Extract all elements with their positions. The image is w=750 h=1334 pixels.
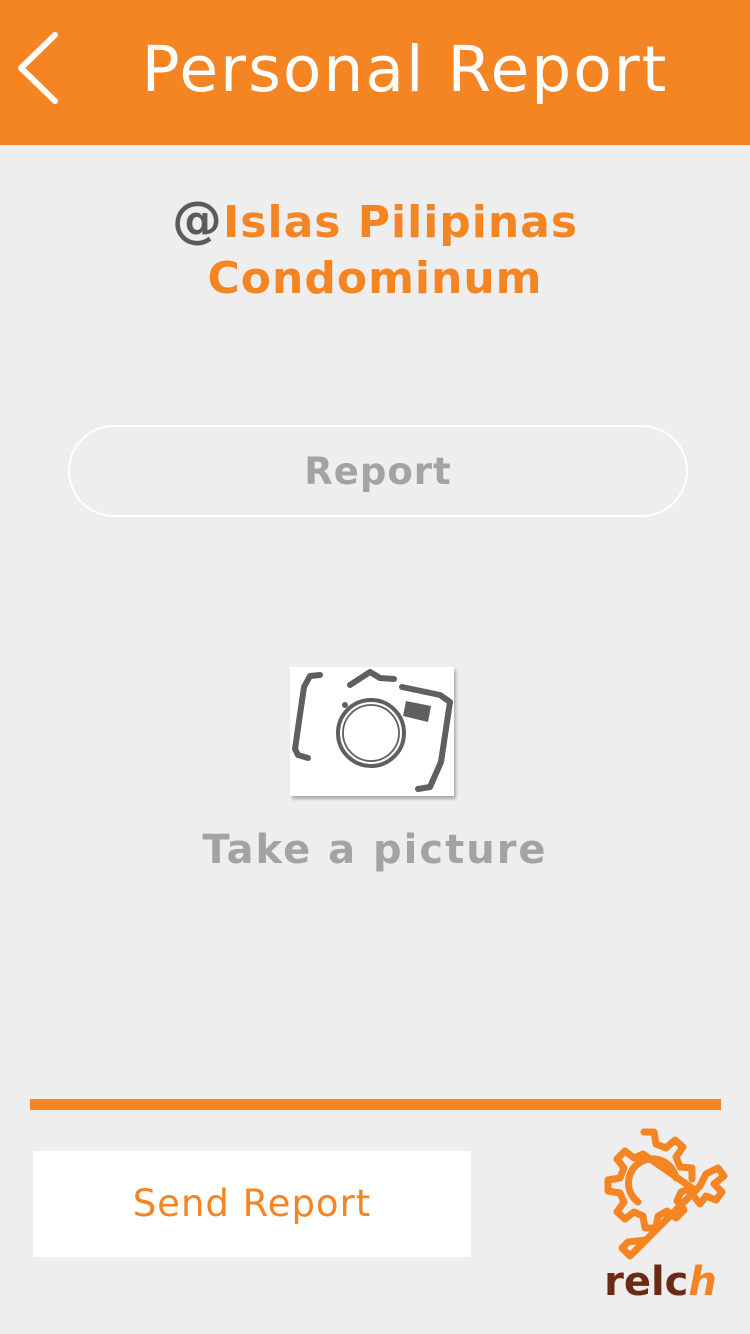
location-name-part-1: Islas Pilipinas — [222, 197, 579, 248]
chevron-left-icon — [0, 18, 90, 118]
footer-divider — [30, 1099, 721, 1110]
location-heading: @Islas Pilipinas Condominum — [0, 192, 750, 307]
app-header: Personal Report — [0, 0, 750, 145]
location-line-1: @Islas Pilipinas — [0, 192, 750, 251]
page-title: Personal Report — [141, 33, 669, 106]
logo-wordmark: relch — [588, 1252, 733, 1312]
report-input[interactable] — [68, 425, 688, 517]
at-symbol: @ — [171, 191, 223, 249]
logo-wordmark-main: relc — [604, 1259, 689, 1305]
gear-wrench-icon — [588, 1122, 733, 1262]
send-report-button[interactable]: Send Report — [33, 1151, 471, 1257]
relch-logo: relch — [588, 1122, 733, 1312]
back-button[interactable] — [0, 18, 90, 118]
take-picture-button[interactable] — [290, 667, 454, 796]
location-name-part-2: Condominum — [207, 253, 543, 304]
take-picture-label: Take a picture — [202, 827, 548, 873]
logo-wordmark-accent: h — [688, 1259, 717, 1305]
camera-icon — [290, 667, 454, 796]
personal-report-screen: Personal Report @Islas Pilipinas Condomi… — [0, 0, 750, 1334]
